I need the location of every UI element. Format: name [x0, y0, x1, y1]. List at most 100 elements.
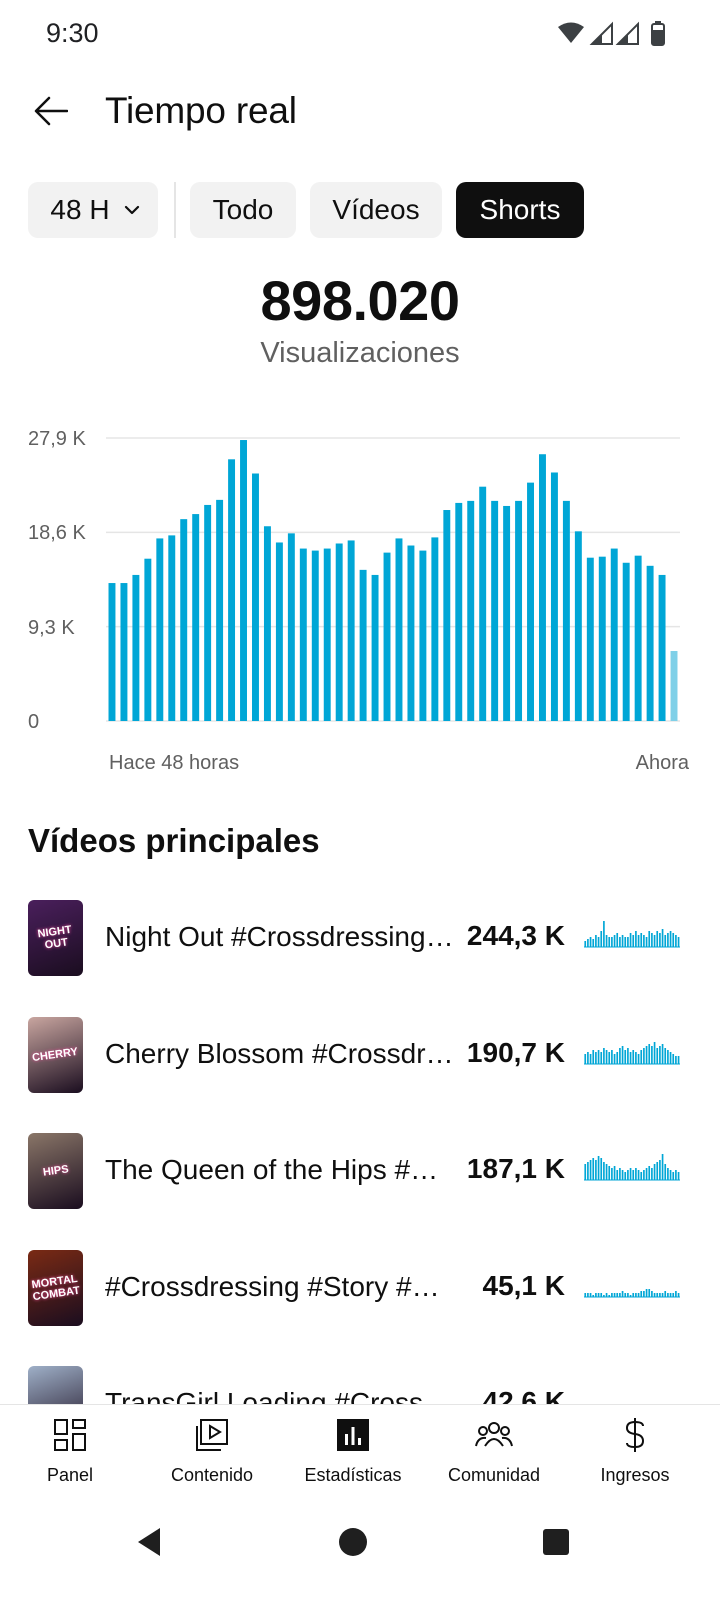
- sparkline-bar: [632, 1293, 635, 1297]
- app-bar: Tiempo real: [0, 72, 720, 152]
- sparkline-bar: [635, 1052, 637, 1064]
- back-button[interactable]: [26, 86, 76, 136]
- nav-estadisticas[interactable]: Estadísticas: [283, 1415, 423, 1486]
- bar-chart-svg: [106, 437, 680, 722]
- sparkline-bar: [595, 1293, 597, 1297]
- chart-bar: [347, 540, 355, 721]
- sparkline-bar: [637, 1170, 640, 1180]
- video-title: Cherry Blossom #Crossdressing #Story: [105, 1038, 455, 1069]
- chart-bar: [323, 548, 331, 721]
- sparkline-bar: [584, 1054, 587, 1064]
- sparkline-bar: [613, 935, 616, 947]
- video-row[interactable]: HIPS The Queen of the Hips #Crossdressin…: [0, 1133, 720, 1209]
- sparkline-bar: [648, 1044, 651, 1064]
- filter-chips: 48 H Todo Vídeos Shorts: [28, 182, 584, 238]
- sparkline-bar: [592, 1158, 595, 1180]
- sparkline-bar: [600, 1052, 603, 1064]
- sparkline-bar: [597, 1293, 600, 1297]
- chart-bar: [407, 545, 415, 721]
- sparkline-bar: [595, 935, 597, 947]
- sparkline-bar: [592, 1050, 595, 1064]
- video-title: #Crossdressing #Story #mortalcombat: [105, 1271, 455, 1302]
- sparkline-bar: [611, 1168, 613, 1180]
- sparkline-bar: [595, 1052, 597, 1064]
- sparkline-bar: [640, 933, 643, 947]
- chip-videos[interactable]: Vídeos: [310, 182, 442, 238]
- chart-bar: [263, 526, 271, 721]
- video-row[interactable]: NIGHT OUT Night Out #Crossdressing #Stor…: [0, 900, 720, 976]
- sparkline-bar: [627, 1293, 629, 1297]
- sparkline-bar: [669, 1170, 672, 1180]
- chart-bar: [431, 537, 439, 721]
- system-back-button[interactable]: [120, 1512, 180, 1572]
- chart-bar: [598, 556, 606, 721]
- sparkline-bar: [587, 939, 589, 947]
- sparkline-bar: [608, 1052, 611, 1064]
- chart-bar: [383, 552, 391, 721]
- community-icon: [424, 1415, 564, 1455]
- video-thumbnail: MORTAL COMBAT: [28, 1250, 83, 1326]
- nav-label: Estadísticas: [304, 1465, 402, 1485]
- wifi-icon: [558, 22, 584, 43]
- sparkline-bar: [597, 937, 600, 947]
- sparkline-bar: [603, 1295, 605, 1297]
- sparkline-bar: [656, 1048, 659, 1064]
- sparkline-bar: [651, 1046, 653, 1064]
- video-views: 190,7 K: [466, 1037, 565, 1068]
- sparkline-bar: [667, 1168, 669, 1180]
- sparkline-bar: [595, 1160, 597, 1180]
- chart-bar: [311, 550, 319, 721]
- nav-ingresos[interactable]: Ingresos: [565, 1415, 705, 1486]
- chart-bar: [467, 500, 475, 721]
- chart-bar: [144, 558, 152, 721]
- chart-bar: [192, 514, 200, 721]
- chip-todo[interactable]: Todo: [190, 182, 296, 238]
- x-end-label: Ahora: [635, 752, 689, 774]
- sparkline-bar: [632, 1170, 635, 1180]
- sparkline-bar: [640, 1291, 643, 1297]
- sparkline-bar: [632, 1050, 635, 1064]
- nav-panel[interactable]: Panel: [0, 1415, 140, 1486]
- chart-bar: [132, 574, 140, 721]
- sparkline-bar: [624, 937, 627, 947]
- chart-bar: [658, 574, 666, 721]
- chart-bar: [622, 562, 630, 721]
- nav-comunidad[interactable]: Comunidad: [424, 1415, 564, 1486]
- time-range-dropdown[interactable]: 48 H: [28, 182, 158, 238]
- chevron-down-icon: [124, 205, 140, 215]
- sparkline-bar: [653, 1293, 656, 1297]
- sparkline-bar: [584, 1164, 587, 1180]
- system-recents-button[interactable]: [526, 1512, 586, 1572]
- sparkline-bar: [677, 1172, 680, 1180]
- sparkline-bar: [587, 1052, 589, 1064]
- system-home-button[interactable]: [323, 1512, 383, 1572]
- thumbnail-caption: HIPS: [41, 1163, 70, 1179]
- chart-bar: [371, 574, 379, 721]
- status-bar: 9:30: [0, 0, 720, 70]
- sparkline-bar: [645, 1289, 648, 1297]
- sparkline-bar: [600, 1293, 603, 1297]
- video-views: 187,1 K: [466, 1153, 565, 1184]
- x-start-label: Hace 48 horas: [109, 752, 240, 774]
- sparkline-bar: [659, 933, 661, 947]
- chart-bar: [216, 499, 224, 721]
- sparkline-bar: [664, 1048, 667, 1064]
- nav-label: Panel: [46, 1465, 94, 1485]
- video-row[interactable]: CHERRY Cherry Blossom #Crossdressing #St…: [0, 1017, 720, 1093]
- video-row[interactable]: MORTAL COMBAT #Crossdressing #Story #mor…: [0, 1250, 720, 1326]
- sparkline-bar: [637, 1054, 640, 1064]
- sparkline-bar: [675, 1291, 677, 1297]
- sparkline-bar: [608, 1295, 611, 1297]
- sparkline-bar: [637, 1293, 640, 1297]
- sparkline-bar: [661, 1293, 664, 1297]
- chart-bar: [503, 505, 511, 721]
- sparkline-bar: [648, 931, 651, 947]
- chip-shorts[interactable]: Shorts: [456, 182, 584, 238]
- sparkline-bar: [616, 1293, 619, 1297]
- nav-contenido[interactable]: Contenido: [142, 1415, 282, 1486]
- sparkline-bar: [637, 935, 640, 947]
- chart-bar: [550, 472, 558, 721]
- sparkline-bar: [605, 1164, 608, 1180]
- chart-bar: [574, 531, 582, 721]
- sparkline-bar: [661, 1044, 664, 1064]
